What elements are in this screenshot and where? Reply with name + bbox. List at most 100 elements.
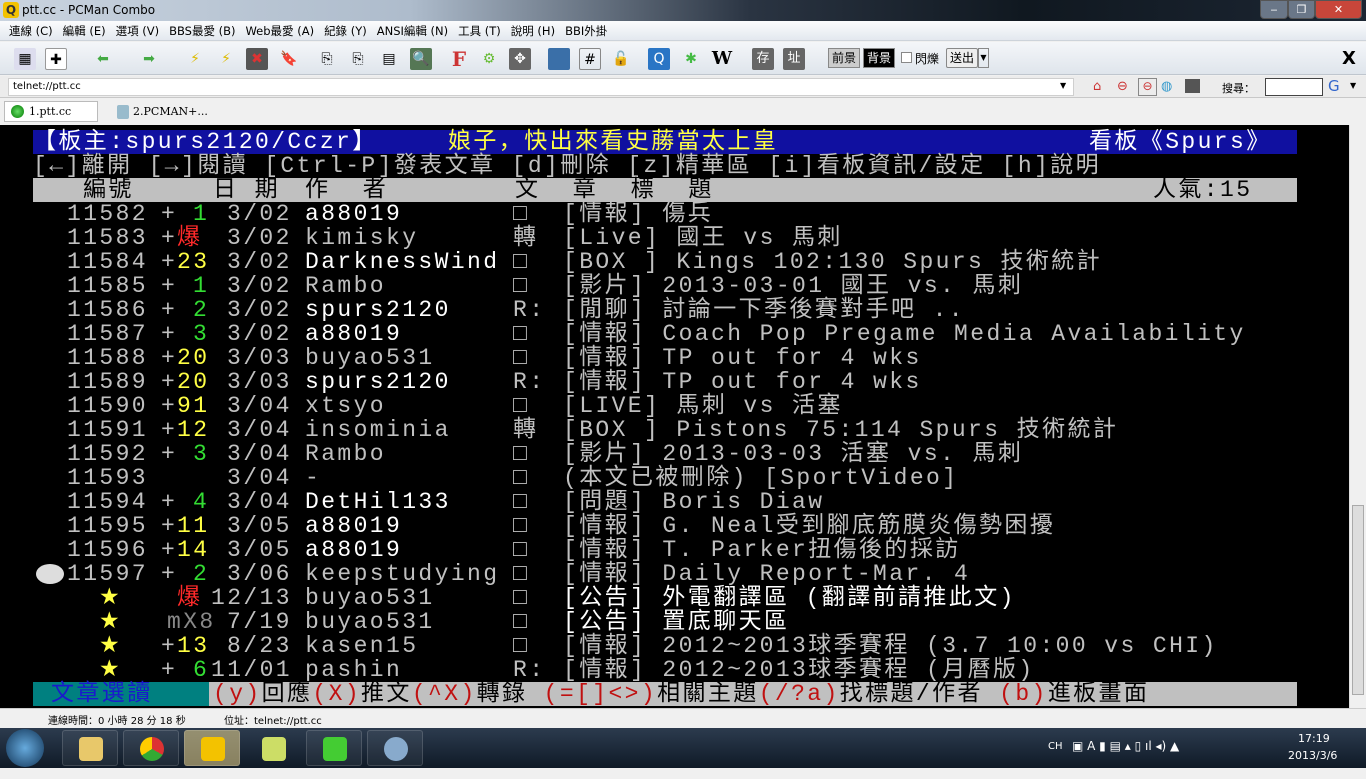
article-row[interactable]: ★ +13 8/23 kasen15 □ [情報] 2012~2013球季賽程 (3.7 … (33, 634, 1297, 658)
article-row[interactable]: 11596 +14 3/05 a88019 □ [情報] T. Parker扭傷後的採訪 (33, 538, 1297, 562)
menu-item[interactable]: 編輯 (E) (58, 21, 111, 40)
fullscreen-icon[interactable]: ✥ (509, 48, 531, 70)
taskbar-pcman[interactable] (184, 730, 240, 766)
article-row[interactable]: 11583 + 爆 3/02 kimisky 轉 [Live] 國王 vs 馬刺 (33, 226, 1297, 250)
search-text-icon[interactable]: 🔍 (410, 48, 432, 70)
article-row[interactable]: ★ +6 11/01 pashin R: [情報] 2012~2013球季賽程 (月曆版) (33, 658, 1297, 682)
bbs-terminal[interactable]: 【板主:spurs2120/Cczr】 娘子，快出來看史蕂當太上皇 看板《Spu… (0, 125, 1366, 708)
font-icon[interactable]: F (448, 48, 470, 70)
menu-item[interactable]: Web最愛 (A) (240, 21, 319, 40)
send-dropdown[interactable]: ▼ (978, 48, 989, 68)
menu-item[interactable]: 工具 (T) (453, 21, 506, 40)
article-author: pashin (305, 657, 403, 683)
article-row[interactable]: 11582 +1 3/02 a88019 □ [情報] 傷兵 (33, 202, 1297, 226)
article-row[interactable]: 11584 +23 3/02 DarknessWind □ [BOX ] Kings 10… (33, 250, 1297, 274)
moderator: 【板主:spurs2120/Cczr】 (33, 129, 378, 155)
taskbar-explorer[interactable] (62, 730, 118, 766)
search-input[interactable] (1265, 78, 1323, 96)
language-indicator[interactable]: CH (1048, 741, 1063, 752)
board-slogan: 娘子，快出來看史蕂當太上皇 (448, 129, 779, 155)
wikipedia-icon[interactable]: W (711, 48, 733, 70)
article-row[interactable]: 11594 +4 3/04 DetHil133 □ [問題] Boris Diaw (33, 490, 1297, 514)
article-row[interactable]: 11587 +3 3/02 a88019 □ [情報] Coach Pop Pregame… (33, 322, 1297, 346)
menu-item[interactable]: 說明 (H) (506, 21, 560, 40)
article-row[interactable]: 11597 +2 3/06 keepstudying □ [情報] Daily Repor… (33, 562, 1297, 586)
clock-date[interactable]: 2013/3/6 (1288, 749, 1337, 762)
plus-sign: + (161, 561, 178, 587)
article-author: Rambo (305, 441, 387, 467)
taskbar-chrome[interactable] (123, 730, 179, 766)
article-date: 11/01 (211, 657, 293, 683)
address-input[interactable]: telnet://ptt.cc (8, 78, 1074, 96)
minimize-button[interactable]: ‒ (1260, 0, 1288, 19)
menu-item[interactable]: 連線 (C) (4, 21, 58, 40)
article-row[interactable]: 11590 +91 3/04 xtsyo □ [LIVE] 馬刺 vs 活塞 (33, 394, 1297, 418)
tab-ptt[interactable]: 1.ptt.cc (4, 101, 98, 122)
article-mark: □ (513, 273, 530, 299)
restore-button[interactable]: ❐ (1288, 0, 1315, 19)
article-row[interactable]: 11592 +3 3/04 Rambo □ [影片] 2013-03-03 活塞 vs. … (33, 442, 1297, 466)
close-window-button[interactable]: ✕ (1315, 0, 1362, 19)
site-list-icon[interactable]: ▦ (14, 48, 36, 70)
menu-item[interactable]: BBS最愛 (B) (164, 21, 240, 40)
article-mark: □ (513, 441, 530, 467)
article-row[interactable]: 11585 +1 3/02 Rambo □ [影片] 2013-03-01 國王 vs. … (33, 274, 1297, 298)
article-row[interactable]: 11595 +11 3/05 a88019 □ [情報] G. Neal受到腳底筋膜炎傷勢… (33, 514, 1297, 538)
article-row[interactable]: 11589 +20 3/03 spurs2120 R: [情報] TP out for 4… (33, 370, 1297, 394)
bookmark-icon[interactable]: 🔖 (278, 48, 300, 70)
filter-icon[interactable]: ⊖ (1138, 78, 1157, 96)
save-button[interactable]: 存 (752, 48, 774, 70)
block-icon[interactable]: ⊖ (1117, 79, 1128, 94)
menu-item[interactable]: 紀錄 (Y) (319, 21, 372, 40)
scrollbar[interactable] (1349, 125, 1366, 708)
settings-gear-icon[interactable]: ⚙ (478, 48, 500, 70)
article-row[interactable]: 11586 +2 3/02 spurs2120 R: [閒聊] 討論一下季後賽對手吧 .. (33, 298, 1297, 322)
close-tab-icon[interactable]: ✖ (246, 48, 268, 70)
taskbar-line[interactable] (306, 730, 362, 766)
home-icon[interactable]: ⌂ (1093, 79, 1101, 94)
clock-time[interactable]: 17:19 (1298, 732, 1330, 745)
disconnect-icon[interactable]: ⚡ (184, 48, 206, 70)
window-icon[interactable] (1185, 79, 1200, 93)
menu-item[interactable]: ANSI編輯 (N) (372, 21, 453, 40)
pcman-icon[interactable]: Q (648, 48, 670, 70)
tab-pcman[interactable]: 2.PCMAN+... (108, 101, 208, 122)
google-icon[interactable]: G (1328, 77, 1340, 95)
footer-key: (b) (999, 681, 1048, 707)
tray-icons[interactable]: ▣ A ▮ ▤ ▴ ▯ ıl ◂) ▲ (1072, 739, 1179, 753)
back-icon[interactable]: ⬅ (92, 48, 114, 70)
copy-ansi-icon[interactable]: ⎘ (347, 48, 369, 70)
close-tab-button[interactable]: X (1342, 48, 1356, 69)
article-row[interactable]: 11593 3/04- □ (本文已被刪除) [SportVideo] (33, 466, 1297, 490)
ansi-editor-icon[interactable]: # (579, 48, 601, 70)
article-row[interactable]: ★ 爆 12/13 buyao531 □ [公告] 外電翻譯區 (翻譯前請推此文) (33, 586, 1297, 610)
new-connection-icon[interactable]: ✚ (45, 48, 67, 70)
start-button[interactable] (6, 729, 44, 767)
address-book-button[interactable]: 址 (783, 48, 805, 70)
address-dropdown[interactable]: ▼ (1060, 81, 1066, 90)
send-button[interactable]: 送出 (946, 48, 979, 68)
search-engine-dropdown[interactable]: ▼ (1350, 81, 1356, 90)
background-color-button[interactable]: 背景 (863, 48, 896, 68)
taskbar-paint[interactable] (367, 730, 423, 766)
menu-item[interactable]: 選項 (V) (111, 21, 165, 40)
article-title: [情報] T. Parker扭傷後的採訪 (563, 537, 961, 563)
globe-icon[interactable]: ◍ (1161, 79, 1172, 94)
article-author: Rambo (305, 273, 387, 299)
article-row[interactable]: 11591 +12 3/04 insominia 轉 [BOX ] Pistons 75:… (33, 418, 1297, 442)
menu-item[interactable]: BBI外掛 (560, 21, 612, 40)
article-row[interactable]: 11588 +20 3/03 buyao531 □ [情報] TP out for 4 w… (33, 346, 1297, 370)
article-date: 3/02 (227, 273, 292, 299)
recommend-count: 1 (193, 273, 210, 299)
reconnect-icon[interactable]: ⚡ (215, 48, 237, 70)
taskbar-notes[interactable] (245, 730, 301, 766)
lock-icon[interactable]: 🔓 (610, 48, 632, 70)
blink-checkbox[interactable] (901, 52, 912, 63)
flower-icon[interactable]: ✱ (680, 48, 702, 70)
foreground-color-button[interactable]: 前景 (828, 48, 861, 68)
forward-icon[interactable]: ➡ (138, 48, 160, 70)
article-row[interactable]: ★ mX8 7/19 buyao531 □ [公告] 置底聊天區 (33, 610, 1297, 634)
screenshot-icon[interactable] (548, 48, 570, 70)
paste-icon[interactable]: ▤ (378, 48, 400, 70)
copy-icon[interactable]: ⎘ (316, 48, 338, 70)
